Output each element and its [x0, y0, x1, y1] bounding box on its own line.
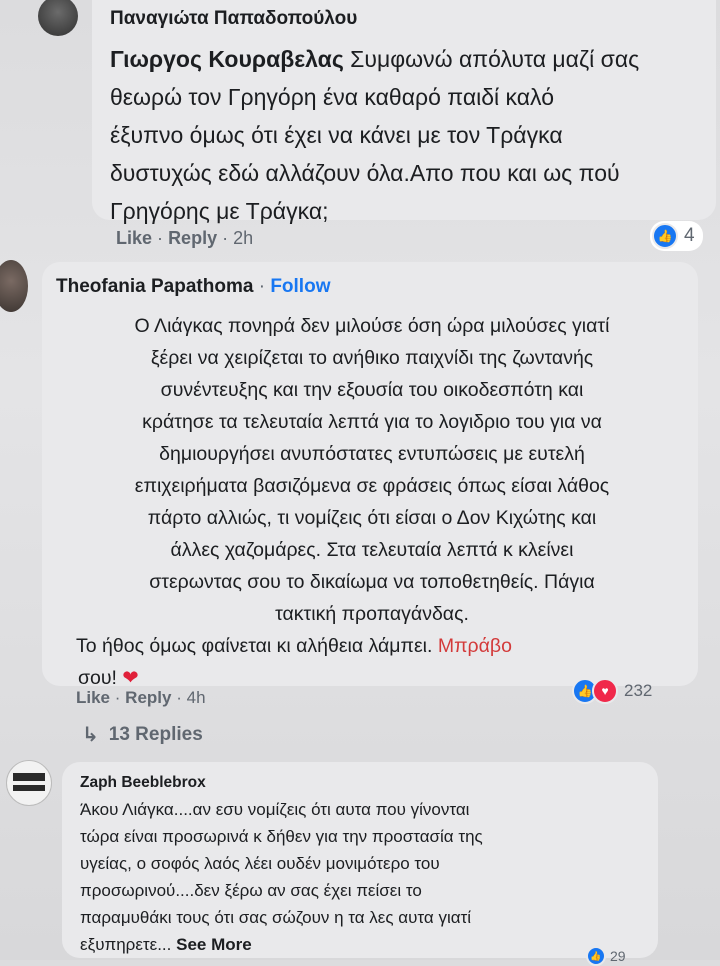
- follow-button[interactable]: Follow: [270, 276, 330, 297]
- heart-emoji-icon: ❤: [122, 667, 139, 689]
- reply-arrow-icon: ↳: [82, 724, 99, 746]
- heart-icon: ♥: [592, 678, 618, 704]
- see-more-link[interactable]: See More: [176, 935, 252, 954]
- comment-actions-2: Like · Reply · 4h: [76, 688, 206, 707]
- comment-text-1: Γιωργος Κουραβελας Συμφωνώ απόλυτα μαζί …: [110, 46, 640, 224]
- timestamp[interactable]: 2h: [233, 228, 253, 248]
- reaction-count: 232: [624, 681, 653, 700]
- highlighted-word: Μπράβο: [437, 635, 512, 657]
- reaction-count: 4: [684, 225, 695, 246]
- reply-button[interactable]: Reply: [125, 688, 171, 707]
- comment-actions-1: Like · Reply · 2h: [116, 228, 254, 248]
- thumbs-up-icon: 👍: [652, 223, 678, 249]
- view-replies-link[interactable]: ↳ 13 Replies: [82, 722, 203, 747]
- avatar-zaph[interactable]: [6, 760, 52, 806]
- comment-author-3[interactable]: Zaph Beeblebrox: [80, 774, 206, 792]
- timestamp[interactable]: 4h: [187, 688, 206, 707]
- avatar-theofania[interactable]: [0, 260, 28, 312]
- reaction-count: 29: [610, 948, 626, 964]
- like-button[interactable]: Like: [116, 228, 152, 248]
- reaction-summary-1[interactable]: 👍 4: [650, 221, 703, 251]
- comment-text-2: Ο Λιάγκας πονηρά δεν μιλούσε όση ώρα μιλ…: [76, 315, 610, 689]
- comment-author-1[interactable]: Παναγιώτα Παπαδοπούλου: [110, 8, 357, 30]
- comment-author-row-2: Theofania Papathoma · Follow: [56, 276, 331, 297]
- comment-text-3: Άκου Λιάγκα....αν εσυ νομίζεις ότι αυτα …: [80, 800, 483, 954]
- avatar-panagiota[interactable]: [38, 0, 78, 36]
- like-button[interactable]: Like: [76, 688, 110, 707]
- mention-link[interactable]: Γιωργος Κουραβελας: [110, 46, 344, 72]
- reply-button[interactable]: Reply: [168, 228, 217, 248]
- thumbs-up-icon: 👍: [586, 946, 606, 966]
- reaction-summary-2[interactable]: 👍 ♥ 232: [572, 678, 652, 704]
- reaction-summary-3[interactable]: 👍 29: [586, 946, 626, 966]
- comment-author-2[interactable]: Theofania Papathoma: [56, 276, 253, 297]
